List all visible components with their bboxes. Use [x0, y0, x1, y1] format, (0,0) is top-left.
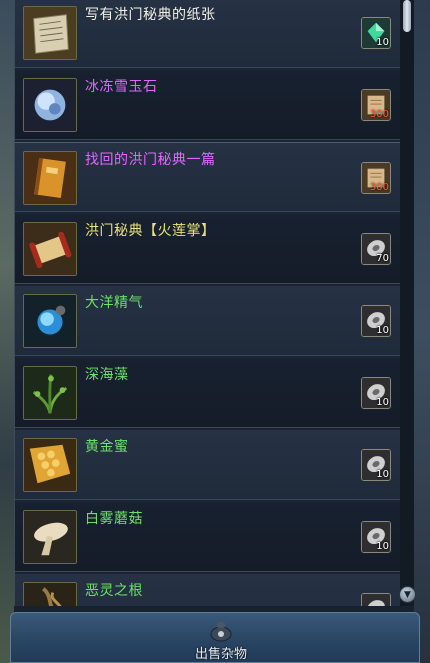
cost-value: 300	[369, 182, 389, 193]
scroll-thumb[interactable]	[403, 0, 411, 32]
item-name: 写有洪门秘典的纸张	[85, 7, 216, 23]
cost-value: 70	[376, 253, 389, 264]
item-name: 白雾蘑菇	[85, 511, 143, 527]
shop-item-list: 写有洪门秘典的纸张 10 冰冻雪玉石 300 找回的洪门秘典一篇 300 洪门秘…	[14, 0, 402, 606]
ice-stone-icon	[23, 78, 77, 132]
item-name: 找回的洪门秘典一篇	[85, 152, 216, 168]
list-item[interactable]: 恶灵之根	[15, 574, 401, 606]
silver-coin-icon: 10	[361, 305, 391, 337]
silver-coin-icon: 70	[361, 233, 391, 265]
silver-coin-icon	[361, 593, 391, 606]
background-scenery-left	[0, 0, 14, 663]
sell-junk-label: 出售杂物	[194, 647, 247, 662]
list-item[interactable]: 黄金蜜 10	[15, 430, 401, 500]
chevron-down-icon: ▼	[404, 589, 411, 600]
honeycomb-icon	[23, 438, 77, 492]
ocean-essence-icon	[23, 294, 77, 348]
jade-gem-icon: 10	[361, 17, 391, 49]
list-item[interactable]: 白雾蘑菇 10	[15, 502, 401, 572]
cost-value: 10	[376, 325, 389, 336]
item-name: 洪门秘典【火莲掌】	[85, 223, 216, 239]
item-name: 黄金蜜	[85, 439, 129, 455]
item-name: 大洋精气	[85, 295, 143, 311]
seaweed-icon	[23, 366, 77, 420]
item-name: 恶灵之根	[85, 583, 143, 599]
money-bag-icon	[208, 618, 234, 642]
list-item[interactable]: 写有洪门秘典的纸张 10	[15, 0, 401, 68]
cost-value: 10	[376, 37, 389, 48]
item-name: 深海藻	[85, 367, 129, 383]
red-scroll-icon	[23, 222, 77, 276]
scroll-currency-icon: 300	[361, 162, 391, 194]
silver-coin-icon: 10	[361, 377, 391, 409]
cost-value: 10	[376, 541, 389, 552]
silver-coin-icon: 10	[361, 521, 391, 553]
cost-value: 10	[376, 397, 389, 408]
list-item[interactable]: 洪门秘典【火莲掌】 70	[15, 214, 401, 284]
mushroom-icon	[23, 510, 77, 564]
cost-value: 300	[369, 109, 389, 120]
paper-scroll-icon	[23, 6, 77, 60]
silver-coin-icon: 10	[361, 449, 391, 481]
list-item[interactable]: 大洋精气 10	[15, 286, 401, 356]
scrollbar[interactable]: ▼	[399, 0, 416, 606]
list-item[interactable]: 深海藻 10	[15, 358, 401, 428]
list-item[interactable]: 找回的洪门秘典一篇 300	[15, 142, 401, 212]
sell-junk-button[interactable]: 出售杂物	[191, 613, 251, 663]
item-name: 冰冻雪玉石	[85, 79, 158, 95]
root-icon	[23, 582, 77, 606]
scroll-currency-icon: 300	[361, 89, 391, 121]
background-scenery-right	[414, 0, 430, 663]
footer-bar: 出售杂物	[10, 612, 420, 663]
scroll-down-button[interactable]: ▼	[399, 586, 416, 603]
cost-value: 10	[376, 469, 389, 480]
book-icon	[23, 151, 77, 205]
list-item[interactable]: 冰冻雪玉石 300	[15, 70, 401, 140]
